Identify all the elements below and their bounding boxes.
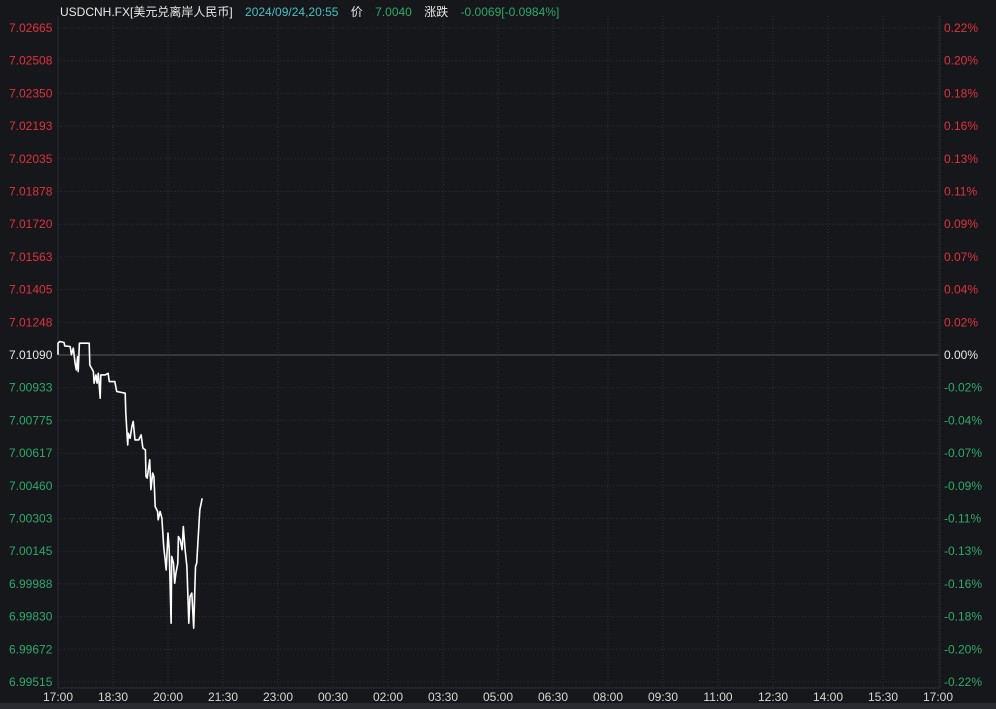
- price-tick-label: 7.02035: [9, 152, 53, 166]
- time-tick-label: 06:30: [538, 690, 568, 704]
- time-tick-label: 17:00: [43, 690, 73, 704]
- percent-tick-label: 0.02%: [944, 315, 978, 329]
- time-tick-label: 17:00: [923, 690, 953, 704]
- price-tick-label: 7.01878: [9, 185, 53, 199]
- price-tick-label: 7.02665: [9, 21, 53, 35]
- percent-tick-label: -0.18%: [944, 610, 982, 624]
- time-tick-label: 03:30: [428, 690, 458, 704]
- time-tick-label: 21:30: [208, 690, 238, 704]
- percent-tick-label: 0.11%: [944, 185, 977, 199]
- price-tick-label: 7.01405: [9, 283, 53, 297]
- percent-tick-label: 0.16%: [944, 119, 978, 133]
- price-line: [57, 340, 203, 630]
- time-tick-label: 12:30: [758, 690, 788, 704]
- intraday-chart[interactable]: 7.02665 7.02508 7.02350 7.02193 7.02035 7.018…: [0, 0, 996, 709]
- time-tick-label: 11:00: [703, 690, 732, 704]
- percent-tick-label: 0.22%: [944, 21, 978, 35]
- time-tick-label: 15:30: [868, 690, 898, 704]
- price-tick-label: 7.00933: [9, 381, 53, 395]
- time-tick-label: 05:00: [483, 690, 513, 704]
- price-tick-label: 6.99515: [9, 675, 53, 689]
- percent-tick-label: 0.09%: [944, 217, 978, 231]
- price-series: [57, 340, 203, 630]
- percent-tick-label: 0.07%: [944, 250, 978, 264]
- percent-tick-label: -0.09%: [944, 479, 982, 493]
- time-tick-label: 09:30: [648, 690, 678, 704]
- price-tick-label: 7.02508: [9, 54, 53, 68]
- price-tick-label: 6.99988: [9, 577, 53, 591]
- price-tick-label: 7.02350: [9, 86, 53, 100]
- percent-tick-label: -0.04%: [944, 413, 982, 427]
- percent-tick-label: -0.11%: [944, 512, 981, 526]
- price-tick-label: 7.00617: [9, 446, 53, 460]
- percent-tick-label: -0.13%: [944, 544, 982, 558]
- time-tick-label: 18:30: [98, 690, 128, 704]
- percent-axis: 0.22% 0.20% 0.18% 0.16% 0.13% 0.11% 0.09% 0.07%…: [944, 21, 982, 689]
- price-tick-label: 6.99830: [9, 610, 53, 624]
- bottom-scroll-strip[interactable]: [0, 703, 996, 709]
- time-tick-label: 02:00: [373, 690, 403, 704]
- percent-tick-label: -0.22%: [944, 675, 982, 689]
- price-tick-label: 7.01248: [9, 315, 53, 329]
- time-tick-label: 00:30: [318, 690, 348, 704]
- percent-tick-label: -0.02%: [944, 381, 982, 395]
- time-axis: 17:00 18:30 20:00 21:30 23:00 00:30 02:00 03:30…: [43, 690, 953, 704]
- price-tick-label: 6.99672: [9, 642, 53, 656]
- price-tick-label: 7.01720: [9, 217, 53, 231]
- time-tick-label: 14:00: [813, 690, 843, 704]
- time-tick-label: 08:00: [593, 690, 623, 704]
- price-tick-label: 7.02193: [9, 119, 53, 133]
- price-axis: 7.02665 7.02508 7.02350 7.02193 7.02035 7.018…: [9, 21, 53, 689]
- grid: [57, 16, 941, 689]
- time-tick-label: 23:00: [263, 690, 293, 704]
- percent-tick-label: 0.04%: [944, 283, 978, 297]
- percent-tick-label: -0.20%: [944, 642, 982, 656]
- percent-tick-label: 0.20%: [944, 54, 978, 68]
- price-tick-label: 7.00303: [9, 512, 53, 526]
- price-tick-label: 7.00460: [9, 479, 53, 493]
- percent-tick-label: -0.16%: [944, 577, 982, 591]
- percent-tick-label: 0.18%: [944, 86, 978, 100]
- price-tick-label: 7.01090: [9, 348, 53, 362]
- percent-tick-label: 0.00%: [944, 348, 978, 362]
- percent-tick-label: 0.13%: [944, 152, 978, 166]
- time-tick-label: 20:00: [153, 690, 183, 704]
- price-tick-label: 7.00145: [9, 544, 53, 558]
- price-tick-label: 7.01563: [9, 250, 53, 264]
- price-tick-label: 7.00775: [9, 413, 53, 427]
- percent-tick-label: -0.07%: [944, 446, 982, 460]
